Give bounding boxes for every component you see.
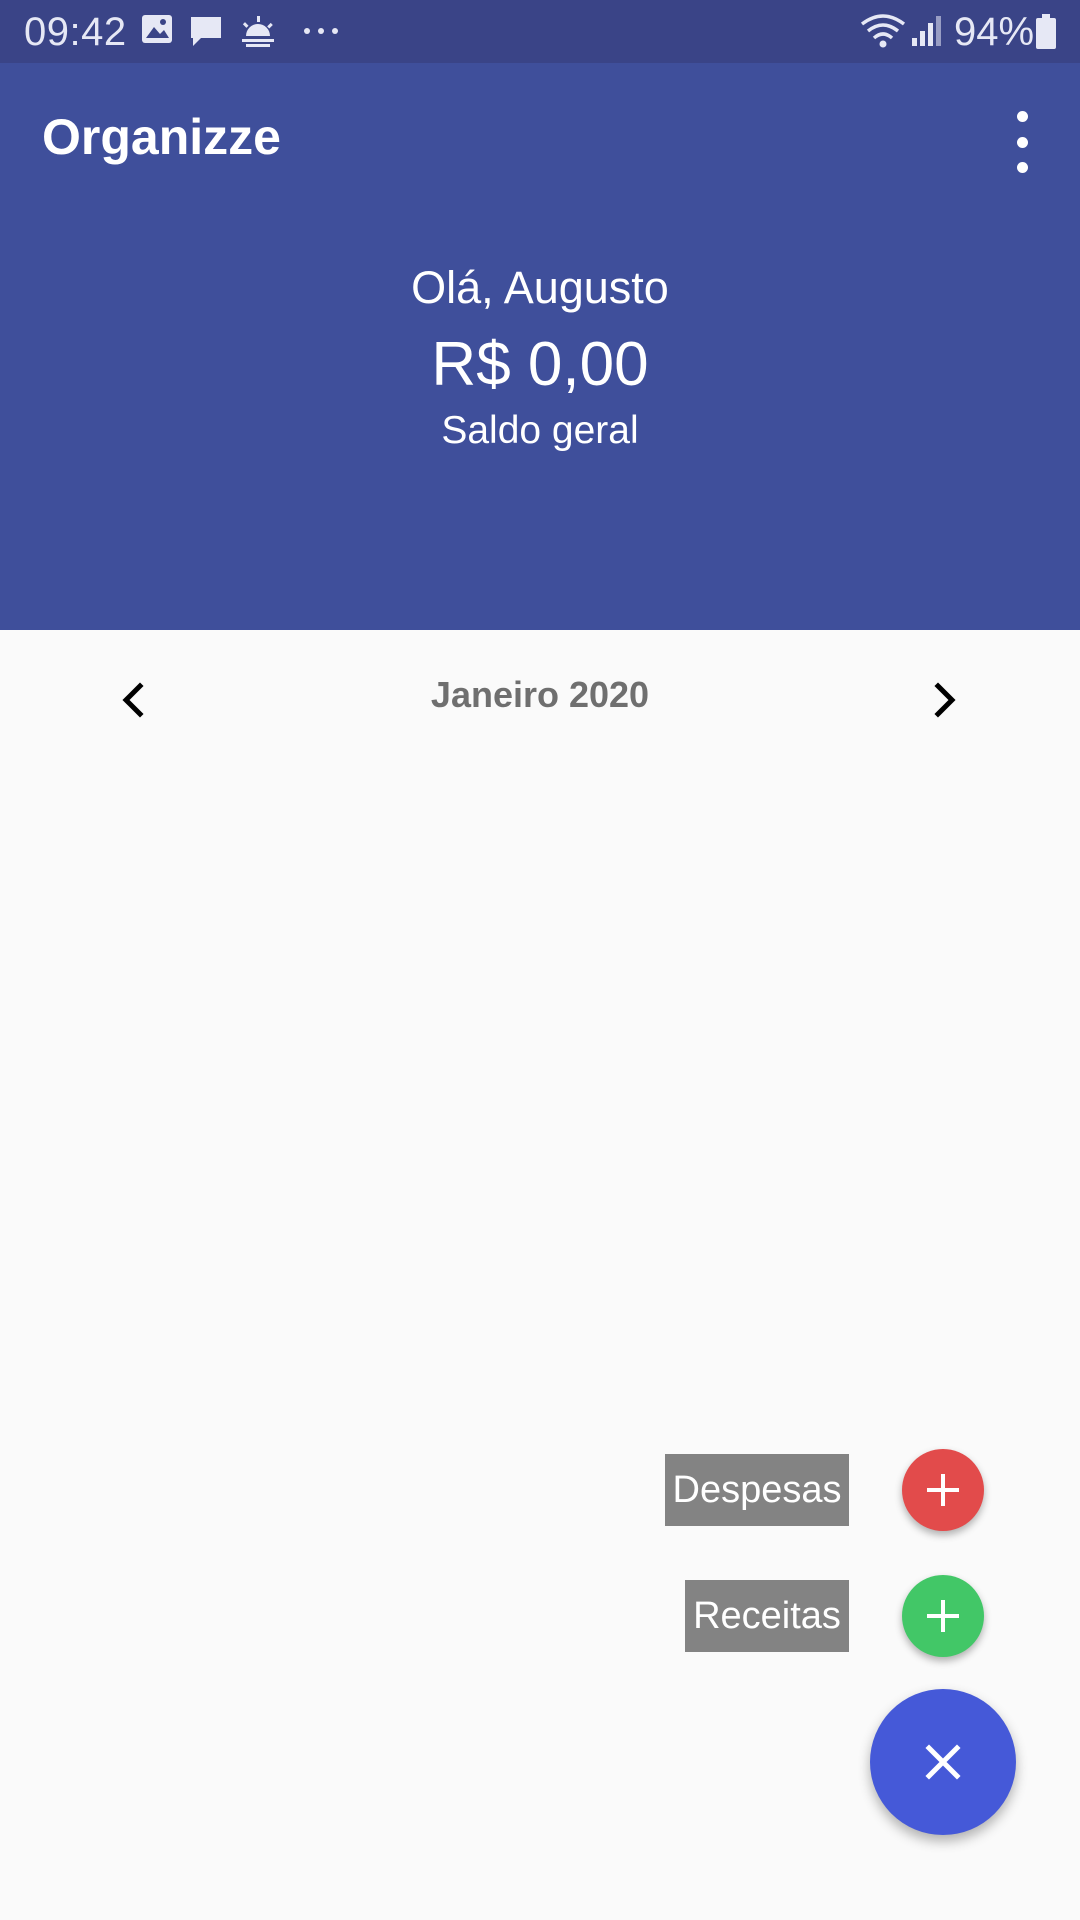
wifi-icon <box>860 14 906 48</box>
close-fab-button[interactable] <box>870 1689 1016 1835</box>
battery-percent: 94% <box>954 10 1035 54</box>
add-income-button[interactable] <box>902 1575 984 1657</box>
greeting-text: Olá, Augusto <box>411 262 669 313</box>
weather-icon <box>242 16 274 47</box>
more-vert-icon[interactable] <box>1000 111 1044 173</box>
expense-label[interactable]: Despesas <box>665 1454 849 1526</box>
app-title: Organizze <box>42 109 281 165</box>
signal-icon <box>912 16 941 46</box>
month-navigator: Janeiro 2020 <box>0 630 1080 765</box>
balance-amount: R$ 0,00 <box>431 330 649 399</box>
plus-icon <box>927 1474 959 1506</box>
image-icon <box>142 15 172 43</box>
balance-label: Saldo geral <box>441 409 639 452</box>
status-time: 09:42 <box>24 10 127 54</box>
status-bar: 09:42 94% <box>0 0 1080 63</box>
chevron-right-icon[interactable] <box>914 670 974 730</box>
close-icon <box>925 1744 961 1780</box>
income-label[interactable]: Receitas <box>685 1580 849 1652</box>
message-icon <box>191 17 221 46</box>
add-expense-button[interactable] <box>902 1449 984 1531</box>
plus-icon <box>927 1600 959 1632</box>
more-dots-icon <box>304 28 338 34</box>
battery-icon <box>1036 14 1056 49</box>
